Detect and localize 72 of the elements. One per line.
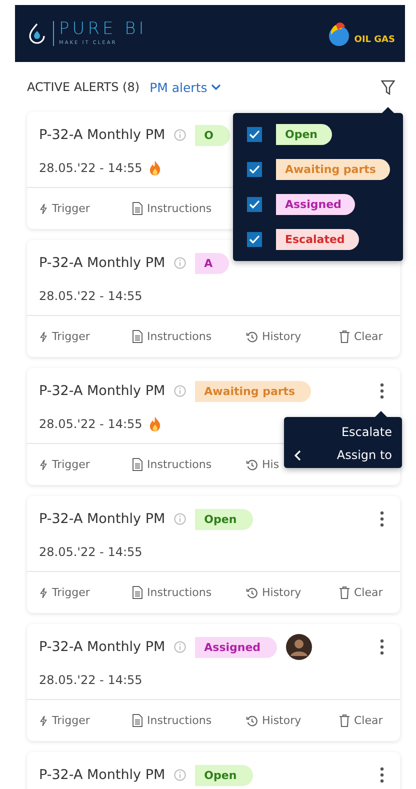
status-tag: Assigned [195,636,277,658]
alert-title: P-32-A Monthly PM [39,383,166,399]
alerts-heading: ACTIVE ALERTS (8) [27,80,140,94]
instructions-button[interactable]: Instructions [132,458,212,471]
alert-date: 28.05.'22 - 14:55 [39,289,142,303]
menu-item[interactable]: Escalate [294,425,392,439]
status-tag: Escalated [276,229,359,250]
status-tag: Awaiting parts [195,380,312,402]
clear-button[interactable]: Clear [339,586,383,599]
history-button[interactable]: His [246,458,280,471]
lightning-icon [39,586,48,598]
history-button[interactable]: History [246,330,302,343]
document-icon [132,458,143,471]
alert-title: P-32-A Monthly PM [39,255,166,271]
history-icon [246,714,258,726]
trash-icon [339,330,350,343]
partner-name: OIL GAS [354,34,395,44]
lightning-icon [39,202,48,214]
trigger-button[interactable]: Trigger [39,202,90,215]
trash-icon [339,714,350,727]
clear-button[interactable]: Clear [339,330,383,343]
status-tag: Open [195,764,253,786]
menu-item[interactable]: Assign to [294,448,392,462]
checkbox[interactable] [247,197,262,212]
clear-button[interactable]: Clear [339,714,383,727]
checkbox[interactable] [247,127,262,142]
instructions-button[interactable]: Instructions [132,330,212,343]
lightning-icon [39,714,48,726]
alert-date: 28.05.'22 - 14:55 [39,161,142,175]
history-icon [246,586,258,598]
checkmark-icon [249,130,260,139]
alert-title: P-32-A Monthly PM [39,767,166,783]
status-tag: Assigned [276,194,356,215]
view-dropdown[interactable]: PM alerts [150,80,222,94]
document-icon [132,714,143,727]
drop-logo-icon [27,22,47,44]
chevron-down-icon [211,84,222,90]
history-icon [246,458,258,470]
alert-title: P-32-A Monthly PM [39,127,166,143]
checkmark-icon [249,165,260,174]
alert-date: 28.05.'22 - 14:55 [39,417,142,431]
status-tag: Awaiting parts [276,159,390,180]
checkbox[interactable] [247,162,262,177]
instructions-button[interactable]: Instructions [132,202,212,215]
trigger-button[interactable]: Trigger [39,714,90,727]
checkmark-icon [249,235,260,244]
trigger-button[interactable]: Trigger [39,330,90,343]
history-button[interactable]: History [246,586,302,599]
alert-title: P-32-A Monthly PM [39,639,166,655]
trigger-button[interactable]: Trigger [39,458,90,471]
checkmark-icon [249,200,260,209]
lightning-icon [39,458,48,470]
alert-date: 28.05.'22 - 14:55 [39,673,142,687]
status-tag: Open [195,508,253,530]
instructions-button[interactable]: Instructions [132,714,212,727]
status-tag: O [195,124,230,146]
brand-name: PURE BI [59,21,147,38]
status-tag: A [195,252,229,274]
alert-date: 28.05.'22 - 14:55 [39,545,142,559]
checkbox[interactable] [247,232,262,247]
history-icon [246,330,258,342]
instructions-button[interactable]: Instructions [132,586,212,599]
history-button[interactable]: History [246,714,302,727]
trigger-button[interactable]: Trigger [39,586,90,599]
document-icon [132,586,143,599]
document-icon [132,330,143,343]
document-icon [132,202,143,215]
alert-title: P-32-A Monthly PM [39,511,166,527]
status-tag: Open [276,124,332,145]
filter-icon[interactable] [381,80,395,94]
lightning-icon [39,330,48,342]
trash-icon [339,586,350,599]
